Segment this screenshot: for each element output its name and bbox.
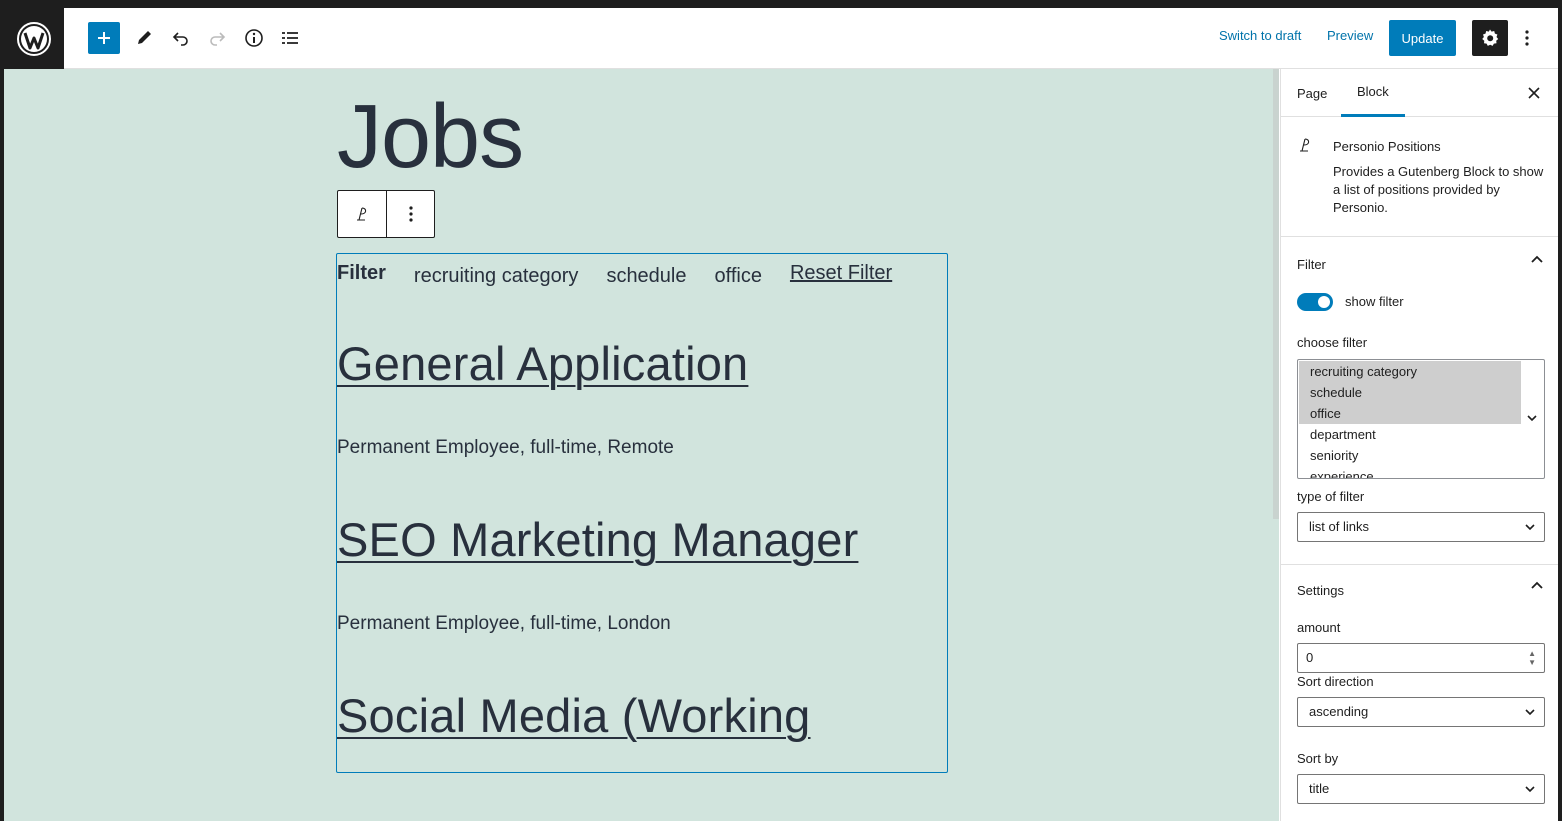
panel-divider	[1281, 564, 1558, 565]
close-sidebar-button[interactable]	[1522, 81, 1546, 105]
filter-option[interactable]: seniority	[1299, 445, 1521, 466]
undo-button[interactable]	[163, 20, 199, 56]
close-icon	[1528, 87, 1540, 99]
job-meta: Permanent Employee, full-time, London	[337, 613, 671, 634]
filter-schedule[interactable]: schedule	[606, 265, 686, 288]
sort-by-label: Sort by	[1297, 751, 1339, 766]
choose-filter-label: choose filter	[1297, 335, 1368, 350]
show-filter-label: show filter	[1345, 294, 1404, 309]
filter-option[interactable]: schedule	[1299, 382, 1521, 403]
tools-button[interactable]	[126, 20, 162, 56]
add-block-button[interactable]	[88, 22, 120, 54]
reset-filter-link[interactable]: Reset Filter	[790, 262, 892, 285]
filter-option[interactable]: department	[1299, 424, 1521, 445]
job-title-link[interactable]: SEO Marketing Manager	[337, 512, 858, 567]
filter-option[interactable]: office	[1299, 403, 1521, 424]
personio-icon	[357, 207, 367, 221]
update-button[interactable]: Update	[1389, 20, 1456, 56]
block-card-description: Provides a Gutenberg Block to show a lis…	[1333, 164, 1544, 215]
sidebar-tabs: Page Block	[1281, 69, 1558, 117]
chevron-down-icon	[1525, 709, 1535, 716]
sort-direction-value: ascending	[1309, 704, 1369, 719]
block-card-title: Personio Positions	[1333, 139, 1441, 154]
filter-office[interactable]: office	[715, 265, 762, 288]
filter-option[interactable]: recruiting category	[1299, 361, 1521, 382]
choose-filter-multiselect[interactable]: recruiting category schedule office depa…	[1297, 359, 1545, 479]
filter-option[interactable]: experience	[1299, 466, 1521, 478]
preview-button[interactable]: Preview	[1327, 28, 1373, 43]
editor-header: Switch to draft Preview Update	[4, 8, 1558, 69]
block-type-button[interactable]	[338, 191, 386, 237]
details-button[interactable]	[236, 20, 272, 56]
type-of-filter-label: type of filter	[1297, 489, 1365, 504]
filter-recruiting-category[interactable]: recruiting category	[414, 265, 579, 288]
filter-heading: Filter	[337, 261, 386, 284]
amount-input[interactable]: 0 ▲ ▼	[1297, 643, 1545, 673]
personio-icon	[1297, 137, 1313, 158]
list-view-icon	[282, 32, 298, 44]
sort-by-select[interactable]: title	[1297, 774, 1545, 804]
more-vertical-icon	[408, 206, 413, 222]
plus-icon	[98, 32, 110, 44]
block-options-button[interactable]	[386, 191, 434, 237]
settings-button[interactable]	[1472, 20, 1508, 56]
job-title-link[interactable]: General Application	[337, 336, 748, 391]
sort-by-value: title	[1309, 781, 1330, 796]
filter-bar: Filter recruiting category schedule offi…	[337, 257, 892, 289]
redo-icon	[210, 32, 226, 46]
settings-sidebar: Page Block Personio Positions Provides a…	[1280, 69, 1558, 821]
editor-app: Switch to draft Preview Update Jobs Filt…	[4, 8, 1558, 821]
filter-panel-title: Filter	[1297, 257, 1326, 272]
browser-frame: Switch to draft Preview Update Jobs Filt…	[0, 0, 1562, 821]
switch-to-draft-button[interactable]: Switch to draft	[1219, 28, 1301, 43]
list-view-button[interactable]	[272, 20, 308, 56]
sort-direction-select[interactable]: ascending	[1297, 697, 1545, 727]
job-meta: Permanent Employee, full-time, Remote	[337, 437, 674, 458]
info-icon	[245, 29, 263, 47]
wordpress-logo-button[interactable]	[4, 8, 64, 69]
chevron-down-icon	[1525, 524, 1535, 531]
sort-direction-label: Sort direction	[1297, 674, 1374, 689]
block-toolbar	[337, 190, 435, 238]
chevron-down-icon	[1527, 415, 1537, 422]
chevron-up-icon[interactable]	[1530, 579, 1544, 593]
page-title[interactable]: Jobs	[337, 92, 524, 182]
gear-icon	[1482, 29, 1499, 46]
job-title-link[interactable]: Social Media (Working	[337, 688, 811, 743]
block-card: Personio Positions Provides a Gutenberg …	[1281, 117, 1558, 237]
canvas-scrollbar[interactable]	[1273, 69, 1279, 519]
amount-label: amount	[1297, 620, 1341, 635]
amount-value: 0	[1306, 650, 1314, 665]
tab-page[interactable]: Page	[1281, 69, 1343, 117]
type-of-filter-value: list of links	[1309, 519, 1369, 534]
amount-stepper[interactable]: ▲ ▼	[1528, 649, 1536, 667]
undo-icon	[172, 32, 188, 46]
pencil-icon	[138, 31, 151, 44]
chevron-down-icon	[1525, 786, 1535, 793]
options-button[interactable]	[1509, 20, 1545, 56]
chevron-up-icon	[1531, 255, 1543, 263]
show-filter-toggle[interactable]	[1297, 293, 1333, 311]
filter-panel-toggle[interactable]: Filter	[1281, 237, 1558, 287]
redo-button[interactable]	[199, 20, 235, 56]
wordpress-icon	[17, 21, 51, 56]
more-vertical-icon	[1525, 30, 1529, 46]
tab-block[interactable]: Block	[1341, 69, 1405, 117]
type-of-filter-select[interactable]: list of links	[1297, 512, 1545, 542]
settings-panel-title[interactable]: Settings	[1297, 583, 1344, 598]
